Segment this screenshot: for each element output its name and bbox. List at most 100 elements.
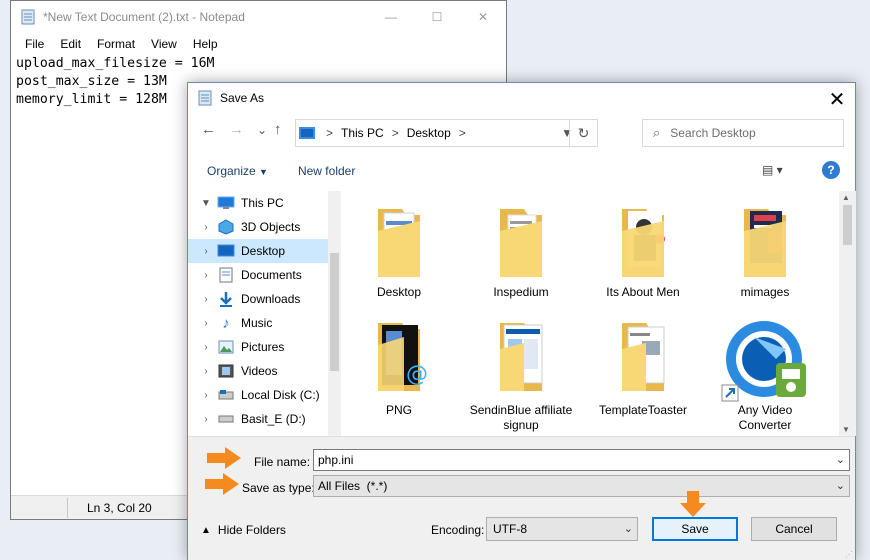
chevron-right-icon[interactable]: › (199, 366, 213, 377)
menu-format[interactable]: Format (89, 37, 143, 51)
drive-icon (217, 411, 235, 427)
cancel-button[interactable]: Cancel (751, 517, 837, 541)
annotation-arrow-icon (680, 491, 706, 517)
sidebar-item-local-disk[interactable]: › Local Disk (C:) (188, 383, 328, 407)
text-line: upload_max_filesize = 16M (16, 56, 215, 71)
encoding-select[interactable]: UTF-8 ⌄ (486, 517, 638, 541)
scroll-down-icon[interactable]: ▼ (842, 425, 850, 434)
address-bar[interactable]: > This PC > Desktop > ▼ ↻ (295, 119, 598, 147)
sidebar-item-label: This PC (241, 196, 284, 210)
breadcrumb-desktop[interactable]: Desktop (407, 126, 451, 140)
recent-locations-icon[interactable]: ⌄ (257, 123, 267, 137)
sidebar-item-label: Downloads (241, 292, 301, 306)
hide-folders-label: Hide Folders (217, 523, 286, 537)
breadcrumb-separator: > (391, 126, 399, 140)
videos-icon (217, 363, 235, 379)
sidebar-item-3d-objects[interactable]: › 3D Objects (188, 215, 328, 239)
sidebar-item-label: Pictures (241, 340, 285, 354)
disk-icon (217, 387, 235, 403)
menu-help[interactable]: Help (185, 37, 226, 51)
search-icon: ⌕ (653, 125, 661, 140)
chevron-down-icon[interactable]: ▼ (199, 198, 213, 209)
breadcrumb-this-pc[interactable]: This PC (341, 126, 384, 140)
chevron-down-icon[interactable]: ⌄ (836, 453, 845, 466)
sidebar-item-drive-d[interactable]: › Basit_E (D:) (188, 407, 328, 431)
menu-file[interactable]: File (17, 37, 52, 51)
folder-icon (602, 201, 684, 283)
close-button[interactable]: ✕ (460, 1, 506, 33)
new-folder-button[interactable]: New folder (298, 164, 355, 178)
file-label: PNG (385, 403, 412, 417)
scrollbar-thumb[interactable] (330, 253, 339, 371)
maximize-button[interactable]: ☐ (414, 1, 460, 33)
back-arrow-icon[interactable]: ← (201, 121, 216, 138)
sidebar-item-videos[interactable]: › Videos (188, 359, 328, 383)
resize-grip-icon[interactable]: ⋰ (845, 550, 853, 559)
chevron-right-icon[interactable]: › (199, 222, 213, 233)
folder-icon (602, 319, 684, 401)
navigation-pane: ▼ This PC › 3D Objects › Desktop › Docum… (188, 191, 341, 436)
desktop-icon (217, 243, 235, 259)
download-icon (217, 291, 235, 307)
file-tile-inspedium[interactable]: Inspedium (466, 201, 576, 300)
chevron-right-icon[interactable]: › (199, 270, 213, 281)
pc-icon (299, 127, 315, 139)
scroll-up-icon[interactable]: ▲ (842, 193, 850, 202)
sidebar-item-label: Local Disk (C:) (241, 388, 320, 402)
chevron-right-icon[interactable]: › (199, 318, 213, 329)
minimize-button[interactable]: — (368, 1, 414, 33)
menu-edit[interactable]: Edit (52, 37, 89, 51)
chevron-right-icon[interactable]: › (199, 390, 213, 401)
breadcrumb-separator: > (458, 126, 466, 140)
save-type-select[interactable]: All Files (*.*) ⌄ (313, 475, 850, 497)
sidebar-item-pictures[interactable]: › Pictures (188, 335, 328, 359)
chevron-right-icon[interactable]: › (199, 414, 213, 425)
close-icon[interactable]: ✕ (825, 87, 849, 111)
scrollbar-thumb[interactable] (843, 205, 852, 245)
sidebar-item-label: Basit_E (D:) (241, 412, 306, 426)
file-tile-its-about-men[interactable]: Its About Men (588, 201, 698, 300)
annotation-arrow-icon (205, 473, 239, 495)
file-label: mimages (740, 285, 790, 299)
sidebar-item-this-pc[interactable]: ▼ This PC (188, 191, 328, 215)
sidebar-item-music[interactable]: › ♪ Music (188, 311, 328, 335)
encoding-value: UTF-8 (493, 522, 527, 536)
sidebar-item-desktop[interactable]: › Desktop (188, 239, 328, 263)
file-list: Desktop Inspedium Its About Men mimages … (344, 191, 839, 436)
sidebar-item-label: Videos (241, 364, 278, 378)
search-input[interactable]: ⌕ Search Desktop (642, 119, 844, 147)
chevron-right-icon[interactable]: › (199, 246, 213, 257)
file-list-scrollbar[interactable]: ▲ ▼ (839, 191, 856, 436)
folder-icon: @ (358, 319, 440, 401)
dialog-titlebar[interactable]: Save As (188, 83, 855, 113)
file-tile-sendinblue[interactable]: SendinBlue affiliate signup (466, 319, 576, 433)
refresh-icon[interactable]: ↻ (569, 120, 597, 146)
file-tile-any-video-converter[interactable]: Any Video Converter (710, 319, 820, 433)
chevron-right-icon[interactable]: › (199, 342, 213, 353)
save-button[interactable]: Save (652, 517, 738, 541)
app-shortcut-icon (721, 319, 806, 402)
chevron-down-icon[interactable]: ⌄ (836, 479, 845, 492)
view-options-icon[interactable]: ▤ ▾ (762, 163, 783, 177)
file-name-input[interactable]: php.ini ⌄ (313, 449, 850, 471)
pictures-icon (217, 339, 235, 355)
sidebar-item-label: Desktop (241, 244, 286, 258)
menu-view[interactable]: View (143, 37, 185, 51)
file-tile-templatetoaster[interactable]: TemplateToaster (588, 319, 698, 418)
breadcrumb-separator: > (326, 126, 334, 140)
organize-button[interactable]: Organize ▼ (207, 164, 268, 178)
notepad-icon (198, 90, 212, 106)
sidebar-scrollbar[interactable] (328, 191, 341, 436)
file-tile-desktop[interactable]: Desktop (344, 201, 454, 300)
sidebar-item-documents[interactable]: › Documents (188, 263, 328, 287)
help-icon[interactable]: ? (822, 161, 840, 179)
chevron-right-icon[interactable]: › (199, 294, 213, 305)
forward-arrow-icon[interactable]: → (229, 121, 244, 138)
folder-icon (480, 201, 562, 283)
file-tile-png[interactable]: @ PNG (344, 319, 454, 418)
hide-folders-button[interactable]: ▲ Hide Folders (201, 523, 286, 537)
file-tile-mimages[interactable]: mimages (710, 201, 820, 300)
chevron-down-icon[interactable]: ⌄ (624, 522, 633, 535)
up-arrow-icon[interactable]: ↑ (274, 121, 282, 138)
sidebar-item-downloads[interactable]: › Downloads (188, 287, 328, 311)
